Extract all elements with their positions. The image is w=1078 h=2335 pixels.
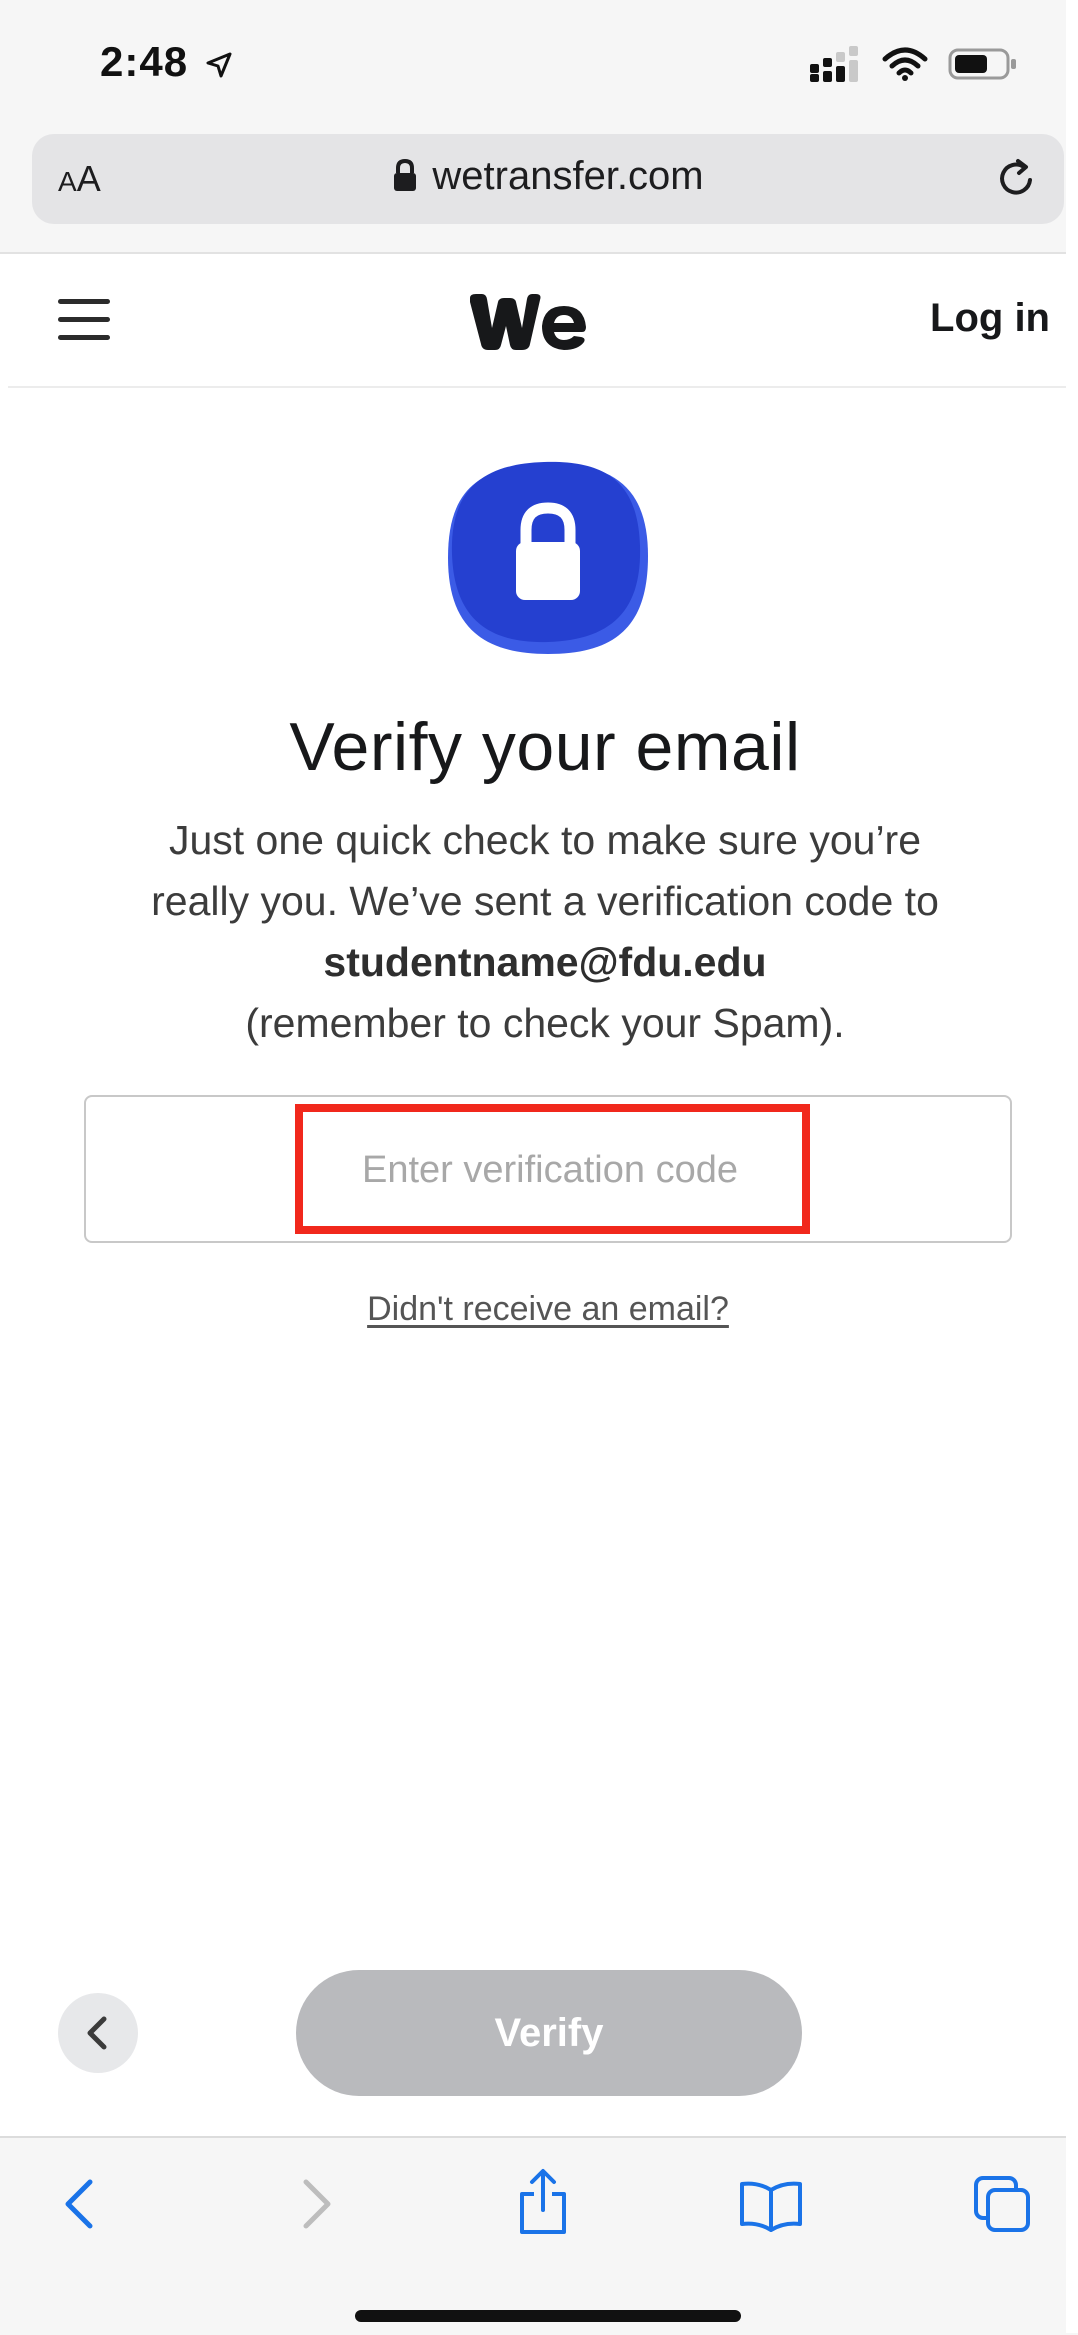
- description-line: Just one quick check to make sure you’re: [168, 817, 922, 863]
- battery-icon: [948, 48, 1016, 80]
- status-time: 2:48: [100, 38, 189, 85]
- page-title: Verify your email: [289, 709, 801, 785]
- address-bar[interactable]: AA wetransfer.com: [32, 134, 1064, 224]
- description-line: (remember to check your Spam).: [245, 1000, 845, 1046]
- share-icon[interactable]: [516, 2168, 570, 2236]
- lock-icon: [394, 159, 417, 191]
- location-arrow-icon: [206, 52, 232, 78]
- status-icons: [810, 46, 1018, 82]
- bookmarks-icon[interactable]: [738, 2180, 804, 2232]
- browser-chrome-top: 2:48 AA wetransfer.com: [0, 0, 1078, 254]
- browser-toolbar: [0, 2136, 1078, 2335]
- back-button[interactable]: [58, 1993, 138, 2073]
- verify-button[interactable]: Verify: [296, 1970, 802, 2096]
- login-link[interactable]: Log in: [930, 296, 1050, 341]
- chevron-left-icon: [87, 2016, 107, 2050]
- reload-icon[interactable]: [994, 156, 1040, 202]
- cellular-signal-icon: [810, 46, 858, 82]
- site-header: Log in: [8, 254, 1070, 388]
- verification-code-field[interactable]: [84, 1095, 1014, 1243]
- wetransfer-logo[interactable]: [468, 290, 588, 354]
- hamburger-menu-icon[interactable]: [58, 299, 110, 340]
- url-display[interactable]: wetransfer.com: [32, 154, 1064, 199]
- tabs-icon[interactable]: [972, 2174, 1032, 2234]
- verification-description: Just one quick check to make sure you’re…: [60, 810, 1030, 1054]
- back-arrow-icon[interactable]: [60, 2176, 100, 2232]
- lock-badge-icon: [448, 461, 648, 654]
- description-line: really you. We’ve sent a verification co…: [151, 878, 939, 924]
- resend-email-link[interactable]: Didn't receive an email?: [0, 1290, 1078, 1329]
- wifi-icon: [882, 47, 928, 81]
- url-text: wetransfer.com: [432, 154, 704, 198]
- forward-arrow-icon[interactable]: [296, 2176, 336, 2232]
- home-indicator: [355, 2310, 741, 2322]
- screen: 2:48 AA wetransfer.com Log in Verify you…: [0, 0, 1078, 2335]
- email-address: studentname@fdu.edu: [323, 939, 767, 985]
- verification-code-input[interactable]: [86, 1097, 1014, 1243]
- screen-edge: [1066, 0, 1078, 2333]
